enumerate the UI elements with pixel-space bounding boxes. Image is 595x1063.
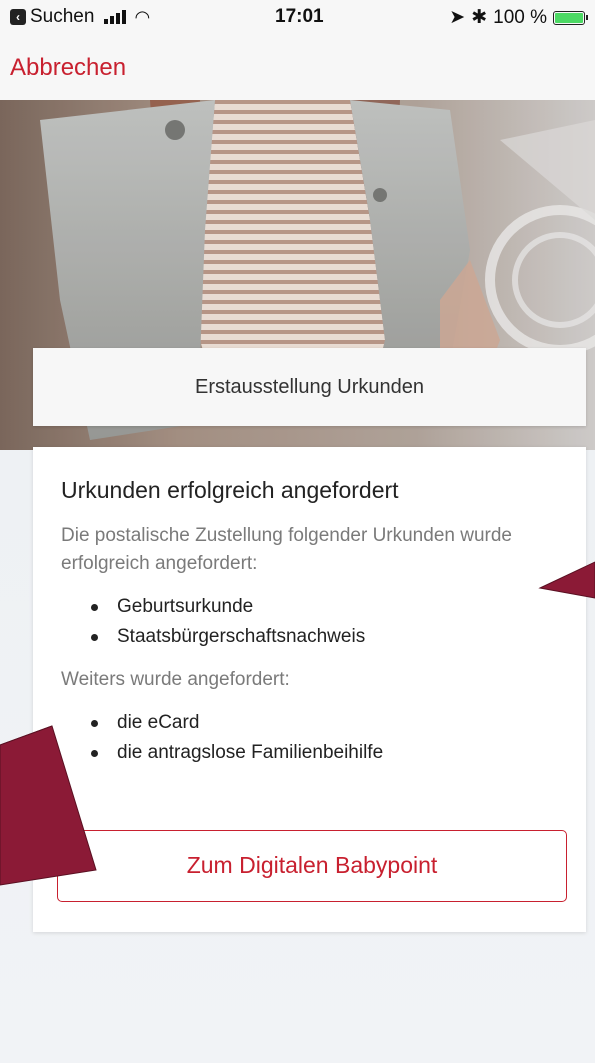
confirmation-heading: Urkunden erfolgreich angefordert bbox=[61, 477, 399, 503]
signal-icon bbox=[104, 10, 127, 24]
further-requests-intro: Weiters wurde angefordert: bbox=[61, 669, 290, 690]
nav-bar: Abbrechen bbox=[0, 34, 595, 100]
status-bar: ‹ Suchen ◠ 17:01 ➤ ✱ 100 % bbox=[0, 0, 595, 34]
digital-babypoint-button[interactable]: Zum Digitalen Babypoint bbox=[57, 830, 567, 902]
screen: ‹ Suchen ◠ 17:01 ➤ ✱ 100 % Abbrechen Ers… bbox=[0, 0, 595, 1063]
battery-icon bbox=[553, 10, 588, 25]
bluetooth-icon: ✱ bbox=[471, 7, 488, 28]
list-item: die antragslose Familienbeihilfe bbox=[91, 738, 558, 768]
location-arrow-icon: ➤ bbox=[449, 7, 466, 28]
requested-documents-list: Geburtsurkunde Staatsbürgerschaftsnachwe… bbox=[91, 592, 558, 652]
further-requests-list: die eCard die antragslose Familienbeihil… bbox=[91, 708, 558, 768]
clock: 17:01 bbox=[275, 6, 324, 27]
list-item: die eCard bbox=[91, 708, 558, 738]
list-item: Staatsbürgerschaftsnachweis bbox=[91, 622, 558, 652]
confirmation-intro: Die postalische Zustellung folgender Urk… bbox=[61, 525, 512, 574]
confirmation-card: Urkunden erfolgreich angefordert Die pos… bbox=[33, 447, 586, 932]
back-to-app-icon: ‹ bbox=[10, 9, 26, 25]
page-title: Erstausstellung Urkunden bbox=[194, 376, 424, 398]
list-item: Geburtsurkunde bbox=[91, 592, 558, 622]
back-to-app[interactable]: ‹ Suchen ◠ bbox=[10, 6, 150, 28]
battery-percentage: 100 % bbox=[493, 6, 547, 28]
back-to-app-label: Suchen bbox=[30, 6, 95, 27]
wifi-icon: ◠ bbox=[134, 6, 151, 27]
status-right: ➤ ✱ 100 % bbox=[449, 6, 588, 29]
cancel-button[interactable]: Abbrechen bbox=[10, 54, 126, 82]
title-card: Erstausstellung Urkunden bbox=[33, 348, 586, 426]
